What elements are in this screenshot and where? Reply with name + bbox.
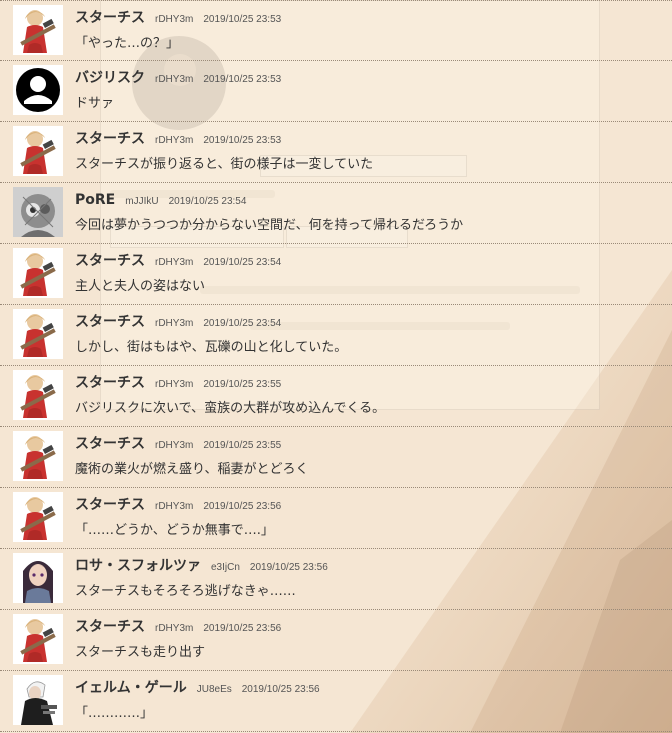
user-id: e3IjCn: [211, 562, 240, 573]
starchis-avatar[interactable]: [13, 431, 63, 481]
timestamp: 2019/10/25 23:56: [249, 562, 328, 573]
timestamp: 2019/10/25 23:54: [203, 257, 282, 268]
message-text: 「やった…の？」: [75, 36, 180, 51]
user-id: rDHY3m: [155, 257, 194, 268]
message-text: 今回は夢かうつつか分からない空間だ、何を持って帰れるだろうか: [75, 218, 464, 233]
timestamp: 2019/10/25 23:55: [203, 379, 282, 390]
message-text: 魔術の業火が燃え盛り、稲妻がとどろく: [75, 462, 309, 477]
timestamp: 2019/10/25 23:56: [203, 623, 282, 634]
chat-message: スターチス rDHY3m 2019/10/25 23:55 魔術の業火が燃え盛り、稲妻…: [0, 427, 672, 488]
author-name[interactable]: スターチス: [75, 497, 145, 513]
message-text: バジリスクに次いで、蛮族の大群が攻め込んでくる。: [75, 401, 386, 416]
timestamp: 2019/10/25 23:53: [203, 14, 282, 25]
chat-message: スターチス rDHY3m 2019/10/25 23:53 スターチスが振り返ると、街…: [0, 122, 672, 183]
chat-message: ロサ・スフォルツァ e3IjCn 2019/10/25 23:56 スターチスもそろそ…: [0, 549, 672, 610]
timestamp: 2019/10/25 23:55: [203, 440, 282, 451]
chat-message: スターチス rDHY3m 2019/10/25 23:53 「やった…の？」: [0, 0, 672, 61]
author-name[interactable]: スターチス: [75, 253, 145, 269]
yerm-avatar[interactable]: [13, 675, 63, 725]
rosa-avatar[interactable]: [13, 553, 63, 603]
message-text: しかし、街はもはや、瓦礫の山と化していた。: [75, 340, 348, 355]
user-id: rDHY3m: [155, 440, 194, 451]
message-header: スターチス rDHY3m 2019/10/25 23:55: [75, 372, 281, 392]
timestamp: 2019/10/25 23:56: [241, 684, 320, 695]
author-name[interactable]: PoRE: [75, 192, 115, 208]
message-header: スターチス rDHY3m 2019/10/25 23:53: [75, 7, 281, 27]
user-id: rDHY3m: [155, 379, 194, 390]
starchis-avatar[interactable]: [13, 370, 63, 420]
author-name[interactable]: ロサ・スフォルツァ: [75, 558, 201, 574]
author-name[interactable]: スターチス: [75, 131, 145, 147]
starchis-avatar[interactable]: [13, 126, 63, 176]
starchis-avatar[interactable]: [13, 492, 63, 542]
timestamp: 2019/10/25 23:56: [203, 501, 282, 512]
message-header: スターチス rDHY3m 2019/10/25 23:54: [75, 250, 281, 270]
user-id: rDHY3m: [155, 74, 194, 85]
message-header: スターチス rDHY3m 2019/10/25 23:55: [75, 433, 281, 453]
timestamp: 2019/10/25 23:53: [203, 74, 282, 85]
message-header: スターチス rDHY3m 2019/10/25 23:56: [75, 494, 281, 514]
pore-avatar[interactable]: [13, 187, 63, 237]
message-header: スターチス rDHY3m 2019/10/25 23:56: [75, 616, 281, 636]
chat-message: イェルム・ゲール JU8eEs 2019/10/25 23:56 「…………」: [0, 671, 672, 732]
user-id: rDHY3m: [155, 318, 194, 329]
message-text: 「…………」: [75, 706, 154, 721]
author-name[interactable]: スターチス: [75, 314, 145, 330]
timestamp: 2019/10/25 23:54: [168, 196, 247, 207]
user-id: rDHY3m: [155, 14, 194, 25]
chat-message: バジリスク rDHY3m 2019/10/25 23:53 ドサァ: [0, 61, 672, 122]
timestamp: 2019/10/25 23:54: [203, 318, 282, 329]
chat-message: スターチス rDHY3m 2019/10/25 23:56 スターチスも走り出す: [0, 610, 672, 671]
user-id: rDHY3m: [155, 135, 194, 146]
message-text: スターチスが振り返ると、街の様子は一変していた: [75, 157, 374, 172]
user-id: JU8eEs: [196, 684, 232, 695]
starchis-avatar[interactable]: [13, 248, 63, 298]
chat-message: PoRE mJJIkU 2019/10/25 23:54 今回は夢かうつつか分からない…: [0, 183, 672, 244]
chat-message: スターチス rDHY3m 2019/10/25 23:55 バジリスクに次いで、蛮族の…: [0, 366, 672, 427]
chat-log: スターチス rDHY3m 2019/10/25 23:53 「やった…の？」 バジリス…: [0, 0, 672, 732]
user-id: rDHY3m: [155, 623, 194, 634]
author-name[interactable]: スターチス: [75, 436, 145, 452]
starchis-avatar[interactable]: [13, 309, 63, 359]
message-header: PoRE mJJIkU 2019/10/25 23:54: [75, 189, 246, 208]
chat-message: スターチス rDHY3m 2019/10/25 23:54 しかし、街はもはや、瓦礫の…: [0, 305, 672, 366]
author-name[interactable]: スターチス: [75, 375, 145, 391]
message-header: イェルム・ゲール JU8eEs 2019/10/25 23:56: [75, 677, 320, 697]
timestamp: 2019/10/25 23:53: [203, 135, 282, 146]
message-header: ロサ・スフォルツァ e3IjCn 2019/10/25 23:56: [75, 555, 328, 575]
user-id: rDHY3m: [155, 501, 194, 512]
author-name[interactable]: バジリスク: [75, 70, 145, 86]
starchis-avatar[interactable]: [13, 614, 63, 664]
message-header: スターチス rDHY3m 2019/10/25 23:53: [75, 128, 281, 148]
message-text: 「……どうか、どうか無事で….」: [75, 523, 274, 538]
message-text: ドサァ: [75, 96, 115, 111]
author-name[interactable]: スターチス: [75, 10, 145, 26]
chat-message: スターチス rDHY3m 2019/10/25 23:56 「……どうか、どうか無事で…: [0, 488, 672, 549]
default-user-icon[interactable]: [13, 65, 63, 115]
starchis-avatar[interactable]: [13, 5, 63, 55]
message-text: スターチスも走り出す: [75, 645, 206, 660]
message-header: バジリスク rDHY3m 2019/10/25 23:53: [75, 67, 281, 87]
chat-message: スターチス rDHY3m 2019/10/25 23:54 主人と夫人の姿はない: [0, 244, 672, 305]
author-name[interactable]: イェルム・ゲール: [75, 680, 187, 696]
message-text: スターチスもそろそろ逃げなきゃ……: [75, 584, 296, 599]
message-header: スターチス rDHY3m 2019/10/25 23:54: [75, 311, 281, 331]
author-name[interactable]: スターチス: [75, 619, 145, 635]
message-text: 主人と夫人の姿はない: [75, 279, 206, 294]
user-id: mJJIkU: [125, 196, 159, 207]
